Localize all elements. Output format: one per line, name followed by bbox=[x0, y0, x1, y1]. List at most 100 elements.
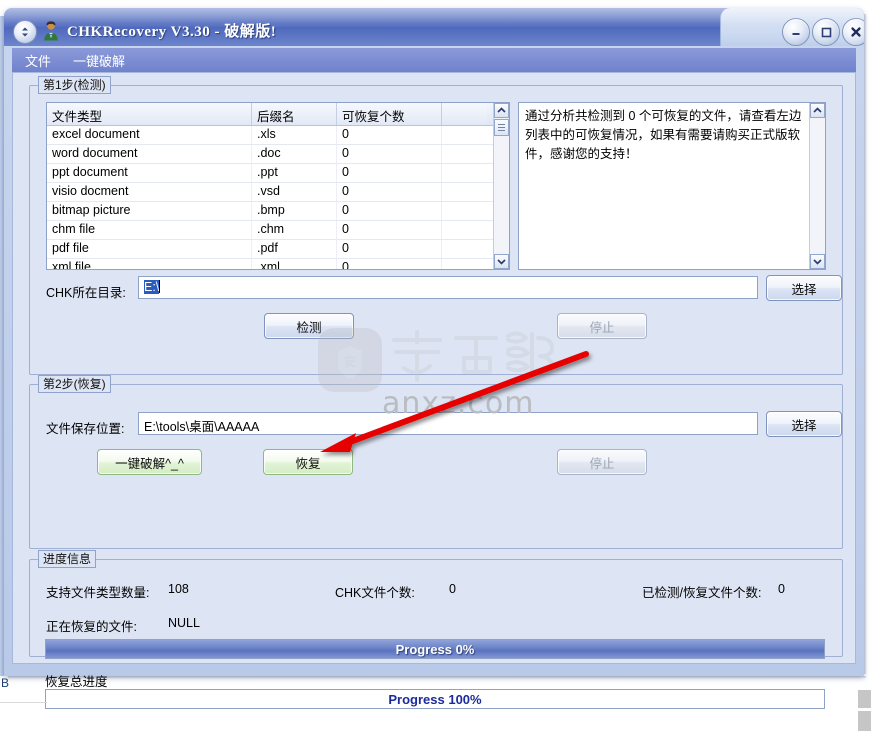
cell-extension: .pdf bbox=[252, 240, 337, 258]
cell-blank bbox=[442, 145, 487, 163]
cell-filetype: bitmap picture bbox=[47, 202, 252, 220]
scroll-up-icon[interactable] bbox=[810, 103, 825, 118]
save-location-value: E:\tools\桌面\AAAAA bbox=[144, 420, 260, 434]
cell-filetype: ppt document bbox=[47, 164, 252, 182]
cell-filetype: word document bbox=[47, 145, 252, 163]
detect-stop-button[interactable]: 停止 bbox=[557, 313, 647, 339]
page-text-fragment: B bbox=[1, 676, 10, 690]
cell-filetype: xml file bbox=[47, 259, 252, 269]
close-button[interactable] bbox=[842, 18, 864, 46]
table-row[interactable]: excel document .xls 0 bbox=[47, 126, 509, 145]
chk-file-count-label: CHK文件个数: bbox=[335, 586, 415, 600]
table-row[interactable]: bitmap picture .bmp 0 bbox=[47, 202, 509, 221]
table-row[interactable]: ppt document .ppt 0 bbox=[47, 164, 509, 183]
window-menu-icon[interactable] bbox=[13, 20, 37, 44]
column-header-filetype[interactable]: 文件类型 bbox=[47, 103, 252, 125]
window-right-shadow bbox=[864, 14, 867, 674]
step1-legend: 第1步(检测) bbox=[38, 76, 111, 94]
minimize-button[interactable] bbox=[782, 18, 810, 46]
cell-filetype: visio docment bbox=[47, 183, 252, 201]
cell-count: 0 bbox=[337, 259, 442, 269]
table-row[interactable]: xml file .xml 0 bbox=[47, 259, 509, 269]
screenshot-root: CHKRecovery V3.30 - 破解版! 文件 一键破解 第1步(检测)… bbox=[0, 0, 871, 731]
total-progress-text: Progress 100% bbox=[388, 691, 482, 707]
chk-directory-browse-button[interactable]: 选择 bbox=[766, 275, 842, 301]
progress-info-legend: 进度信息 bbox=[38, 550, 97, 568]
current-progress-text: Progress 0% bbox=[395, 641, 475, 657]
detected-recovered-value: 0 bbox=[778, 582, 785, 596]
cell-blank bbox=[442, 221, 487, 239]
cell-filetype: pdf file bbox=[47, 240, 252, 258]
client-area: 第1步(检测) 文件类型 后缀名 可恢复个数 excel document .x… bbox=[12, 72, 856, 709]
chk-directory-label: CHK所在目录: bbox=[46, 286, 126, 300]
detected-recovered-label: 已检测/恢复文件个数: bbox=[642, 586, 762, 600]
info-box-scrollbar[interactable] bbox=[809, 103, 825, 269]
cell-count: 0 bbox=[337, 164, 442, 182]
supported-types-label: 支持文件类型数量: bbox=[46, 586, 150, 600]
cell-blank bbox=[442, 259, 487, 269]
column-header-extension[interactable]: 后缀名 bbox=[252, 103, 337, 125]
column-header-recoverable-count[interactable]: 可恢复个数 bbox=[337, 103, 442, 125]
page-scrollbar-segment-bottom[interactable] bbox=[858, 711, 871, 731]
cell-filetype: chm file bbox=[47, 221, 252, 239]
supported-types-value: 108 bbox=[168, 582, 189, 596]
recover-button[interactable]: 恢复 bbox=[263, 449, 353, 475]
current-file-label: 正在恢复的文件: bbox=[46, 620, 137, 634]
app-avatar-icon bbox=[41, 20, 61, 41]
table-row[interactable]: word document .doc 0 bbox=[47, 145, 509, 164]
detection-info-text: 通过分析共检测到 0 个可恢复的文件，请查看左边列表中的可恢复情况，如果有需要请… bbox=[525, 109, 802, 161]
filetype-list-scrollbar[interactable] bbox=[493, 103, 509, 269]
total-progress-bar: Progress 100% bbox=[45, 689, 825, 709]
text-caret bbox=[159, 280, 161, 293]
current-file-value: NULL bbox=[168, 616, 200, 630]
filetype-list[interactable]: 文件类型 后缀名 可恢复个数 excel document .xls 0 wor… bbox=[46, 102, 510, 270]
scroll-down-icon[interactable] bbox=[494, 254, 509, 269]
window-bottom-shadow bbox=[8, 676, 866, 679]
cell-filetype: excel document bbox=[47, 126, 252, 144]
cell-count: 0 bbox=[337, 126, 442, 144]
application-window: CHKRecovery V3.30 - 破解版! 文件 一键破解 第1步(检测)… bbox=[4, 8, 864, 709]
chk-file-count-value: 0 bbox=[449, 582, 456, 596]
page-divider bbox=[0, 702, 47, 703]
cell-blank bbox=[442, 240, 487, 258]
menu-bar: 文件 一键破解 bbox=[12, 48, 856, 72]
menu-item-file[interactable]: 文件 bbox=[22, 50, 54, 71]
cell-count: 0 bbox=[337, 240, 442, 258]
detection-info-box[interactable]: 通过分析共检测到 0 个可恢复的文件，请查看左边列表中的可恢复情况，如果有需要请… bbox=[518, 102, 826, 270]
scrollbar-thumb[interactable] bbox=[494, 119, 509, 136]
chk-directory-value: E:\ bbox=[144, 280, 160, 294]
one-click-crack-button[interactable]: 一键破解^_^ bbox=[97, 449, 202, 475]
save-location-label: 文件保存位置: bbox=[46, 422, 125, 436]
recover-stop-button[interactable]: 停止 bbox=[557, 449, 647, 475]
save-location-input[interactable]: E:\tools\桌面\AAAAA bbox=[138, 412, 758, 435]
detect-button[interactable]: 检测 bbox=[264, 313, 354, 339]
table-row[interactable]: visio docment .vsd 0 bbox=[47, 183, 509, 202]
cell-blank bbox=[442, 202, 487, 220]
scroll-down-icon[interactable] bbox=[810, 254, 825, 269]
cell-extension: .doc bbox=[252, 145, 337, 163]
step2-legend: 第2步(恢复) bbox=[38, 375, 111, 393]
cell-extension: .vsd bbox=[252, 183, 337, 201]
chk-directory-input[interactable]: E:\ bbox=[138, 276, 758, 299]
cell-extension: .xls bbox=[252, 126, 337, 144]
current-progress-bar: Progress 0% bbox=[45, 639, 825, 659]
column-header-blank[interactable] bbox=[442, 103, 487, 125]
cell-blank bbox=[442, 183, 487, 201]
cell-count: 0 bbox=[337, 145, 442, 163]
page-scrollbar-segment-top[interactable] bbox=[858, 690, 871, 708]
cell-count: 0 bbox=[337, 183, 442, 201]
step1-group: 第1步(检测) 文件类型 后缀名 可恢复个数 excel document .x… bbox=[29, 76, 843, 375]
cell-blank bbox=[442, 126, 487, 144]
save-location-browse-button[interactable]: 选择 bbox=[766, 411, 842, 437]
cell-count: 0 bbox=[337, 202, 442, 220]
menu-item-one-click-crack[interactable]: 一键破解 bbox=[70, 50, 128, 71]
window-title: CHKRecovery V3.30 - 破解版! bbox=[67, 24, 277, 40]
filetype-list-header: 文件类型 后缀名 可恢复个数 bbox=[47, 103, 509, 126]
scroll-up-icon[interactable] bbox=[494, 103, 509, 118]
maximize-button[interactable] bbox=[812, 18, 840, 46]
page-scrollbar[interactable] bbox=[858, 690, 871, 731]
cell-blank bbox=[442, 164, 487, 182]
table-row[interactable]: pdf file .pdf 0 bbox=[47, 240, 509, 259]
table-row[interactable]: chm file .chm 0 bbox=[47, 221, 509, 240]
step2-group: 第2步(恢复) 文件保存位置: E:\tools\桌面\AAAAA 选择 一键破… bbox=[29, 375, 843, 549]
